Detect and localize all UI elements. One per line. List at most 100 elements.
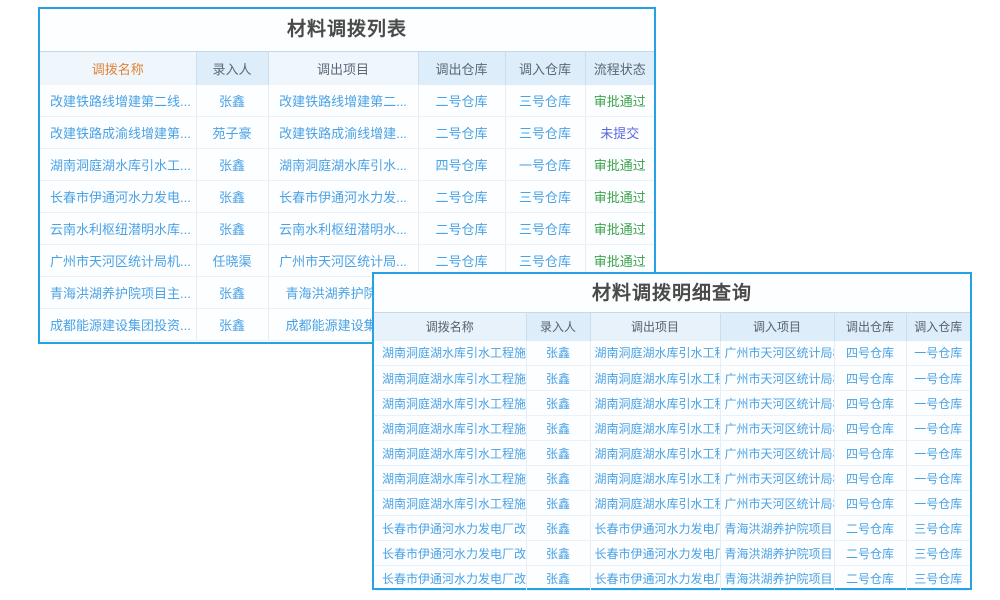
cell-in_wh: 一号仓库 [906, 491, 970, 516]
cell-in_wh: 一号仓库 [906, 366, 970, 391]
cell-out_project: 长春市伊通河水力发电厂 [590, 566, 720, 591]
cell-name: 湖南洞庭湖水库引水工程施工 [374, 466, 526, 491]
cell-name: 湖南洞庭湖水库引水工程施工 [374, 366, 526, 391]
table-header-row: 调拨名称 录入人 调出项目 调入项目 调出仓库 调入仓库 [374, 313, 970, 341]
cell-user: 张鑫 [526, 441, 590, 466]
cell-name: 长春市伊通河水力发电厂改建工 [374, 566, 526, 591]
cell-user: 张鑫 [196, 277, 268, 309]
column-header-transfer-name[interactable]: 调拨名称 [40, 52, 196, 85]
cell-user: 张鑫 [526, 391, 590, 416]
table-row[interactable]: 长春市伊通河水力发电...张鑫长春市伊通河水力发...二号仓库三号仓库审批通过 [40, 181, 654, 213]
table-row[interactable]: 长春市伊通河水力发电厂改建工张鑫长春市伊通河水力发电厂青海洪湖养护院项目二号仓库… [374, 516, 970, 541]
cell-name: 改建铁路成渝线增建第... [40, 117, 196, 149]
cell-in_wh: 三号仓库 [906, 516, 970, 541]
table-header-row: 调拨名称 录入人 调出项目 调出仓库 调入仓库 流程状态 [40, 52, 654, 85]
cell-user: 张鑫 [526, 466, 590, 491]
cell-name: 成都能源建设集团投资... [40, 309, 196, 341]
column-header-entered-by: 录入人 [196, 52, 268, 85]
cell-in_wh: 三号仓库 [505, 181, 585, 213]
table-row[interactable]: 长春市伊通河水力发电厂改建工张鑫长春市伊通河水力发电厂青海洪湖养护院项目二号仓库… [374, 566, 970, 591]
cell-in_wh: 一号仓库 [906, 391, 970, 416]
column-header-out-warehouse: 调出仓库 [418, 52, 505, 85]
cell-out_wh: 四号仓库 [834, 366, 906, 391]
cell-out_project: 湖南洞庭湖水库引水工程 [590, 441, 720, 466]
table-row[interactable]: 湖南洞庭湖水库引水工程施工张鑫湖南洞庭湖水库引水工程广州市天河区统计局机四号仓库… [374, 491, 970, 516]
cell-out_wh: 四号仓库 [834, 416, 906, 441]
cell-in_wh: 三号仓库 [906, 541, 970, 566]
cell-in_project: 广州市天河区统计局机 [720, 366, 834, 391]
cell-out_project: 长春市伊通河水力发电厂 [590, 541, 720, 566]
table-row[interactable]: 改建铁路线增建第二线...张鑫改建铁路线增建第二...二号仓库三号仓库审批通过 [40, 85, 654, 117]
cell-name: 青海洪湖养护院项目主... [40, 277, 196, 309]
cell-user: 苑子豪 [196, 117, 268, 149]
cell-name: 改建铁路线增建第二线... [40, 85, 196, 117]
cell-in_project: 广州市天河区统计局机 [720, 341, 834, 366]
cell-in_project: 广州市天河区统计局机 [720, 441, 834, 466]
cell-out_project: 云南水利枢纽潜明水... [268, 213, 418, 245]
cell-name: 湖南洞庭湖水库引水工程施工 [374, 441, 526, 466]
table-row[interactable]: 湖南洞庭湖水库引水工...张鑫湖南洞庭湖水库引水...四号仓库一号仓库审批通过 [40, 149, 654, 181]
table-row[interactable]: 湖南洞庭湖水库引水工程施工张鑫湖南洞庭湖水库引水工程广州市天河区统计局机四号仓库… [374, 416, 970, 441]
cell-status: 审批通过 [585, 213, 654, 245]
cell-user: 张鑫 [526, 491, 590, 516]
cell-in_wh: 三号仓库 [505, 213, 585, 245]
column-header-out-warehouse: 调出仓库 [834, 313, 906, 341]
cell-status: 审批通过 [585, 181, 654, 213]
cell-user: 张鑫 [196, 149, 268, 181]
table-row[interactable]: 湖南洞庭湖水库引水工程施工张鑫湖南洞庭湖水库引水工程广州市天河区统计局机四号仓库… [374, 366, 970, 391]
cell-in_project: 广州市天河区统计局机 [720, 491, 834, 516]
cell-out_wh: 二号仓库 [418, 213, 505, 245]
cell-out_project: 长春市伊通河水力发电厂 [590, 516, 720, 541]
cell-out_project: 湖南洞庭湖水库引水工程 [590, 466, 720, 491]
transfer-detail-body: 湖南洞庭湖水库引水工程施工张鑫湖南洞庭湖水库引水工程广州市天河区统计局机四号仓库… [374, 341, 970, 591]
table-row[interactable]: 长春市伊通河水力发电厂改建工张鑫长春市伊通河水力发电厂青海洪湖养护院项目二号仓库… [374, 541, 970, 566]
cell-in_wh: 一号仓库 [906, 416, 970, 441]
cell-out_wh: 四号仓库 [834, 391, 906, 416]
cell-name: 湖南洞庭湖水库引水工程施工 [374, 416, 526, 441]
cell-name: 云南水利枢纽潜明水库... [40, 213, 196, 245]
cell-in_project: 青海洪湖养护院项目 [720, 566, 834, 591]
cell-name: 湖南洞庭湖水库引水工... [40, 149, 196, 181]
cell-in_project: 广州市天河区统计局机 [720, 391, 834, 416]
cell-in_project: 青海洪湖养护院项目 [720, 516, 834, 541]
table-row[interactable]: 湖南洞庭湖水库引水工程施工张鑫湖南洞庭湖水库引水工程广州市天河区统计局机四号仓库… [374, 441, 970, 466]
cell-status: 未提交 [585, 117, 654, 149]
cell-user: 张鑫 [526, 416, 590, 441]
table-row[interactable]: 湖南洞庭湖水库引水工程施工张鑫湖南洞庭湖水库引水工程广州市天河区统计局机四号仓库… [374, 466, 970, 491]
cell-name: 长春市伊通河水力发电厂改建工 [374, 541, 526, 566]
cell-name: 广州市天河区统计局机... [40, 245, 196, 277]
cell-in_project: 广州市天河区统计局机 [720, 466, 834, 491]
table-row[interactable]: 湖南洞庭湖水库引水工程施工张鑫湖南洞庭湖水库引水工程广州市天河区统计局机四号仓库… [374, 391, 970, 416]
cell-name: 湖南洞庭湖水库引水工程施工 [374, 341, 526, 366]
column-header-flow-status: 流程状态 [585, 52, 654, 85]
cell-name: 湖南洞庭湖水库引水工程施工 [374, 491, 526, 516]
table-row[interactable]: 云南水利枢纽潜明水库...张鑫云南水利枢纽潜明水...二号仓库三号仓库审批通过 [40, 213, 654, 245]
cell-user: 张鑫 [196, 213, 268, 245]
cell-out_project: 长春市伊通河水力发... [268, 181, 418, 213]
cell-out_wh: 四号仓库 [418, 149, 505, 181]
cell-out_wh: 二号仓库 [418, 85, 505, 117]
cell-out_project: 改建铁路成渝线增建... [268, 117, 418, 149]
cell-in_wh: 一号仓库 [505, 149, 585, 181]
column-header-out-project: 调出项目 [268, 52, 418, 85]
cell-out_project: 改建铁路线增建第二... [268, 85, 418, 117]
cell-in_wh: 一号仓库 [906, 466, 970, 491]
table-row[interactable]: 改建铁路成渝线增建第...苑子豪改建铁路成渝线增建...二号仓库三号仓库未提交 [40, 117, 654, 149]
cell-name: 湖南洞庭湖水库引水工程施工 [374, 391, 526, 416]
cell-user: 张鑫 [526, 541, 590, 566]
cell-name: 长春市伊通河水力发电... [40, 181, 196, 213]
cell-out_wh: 四号仓库 [834, 441, 906, 466]
material-transfer-detail-panel: 材料调拨明细查询 调拨名称 录入人 调出项目 调入项目 调出仓库 调入仓库 湖南… [372, 272, 972, 590]
table-row[interactable]: 湖南洞庭湖水库引水工程施工张鑫湖南洞庭湖水库引水工程广州市天河区统计局机四号仓库… [374, 341, 970, 366]
cell-out_project: 湖南洞庭湖水库引水工程 [590, 366, 720, 391]
column-header-in-warehouse: 调入仓库 [906, 313, 970, 341]
cell-out_project: 湖南洞庭湖水库引水工程 [590, 491, 720, 516]
cell-status: 审批通过 [585, 149, 654, 181]
cell-name: 长春市伊通河水力发电厂改建工 [374, 516, 526, 541]
cell-in_project: 青海洪湖养护院项目 [720, 541, 834, 566]
cell-in_wh: 三号仓库 [505, 117, 585, 149]
cell-out_project: 湖南洞庭湖水库引水工程 [590, 341, 720, 366]
cell-out_wh: 二号仓库 [418, 181, 505, 213]
cell-out_wh: 二号仓库 [834, 516, 906, 541]
column-header-out-project: 调出项目 [590, 313, 720, 341]
